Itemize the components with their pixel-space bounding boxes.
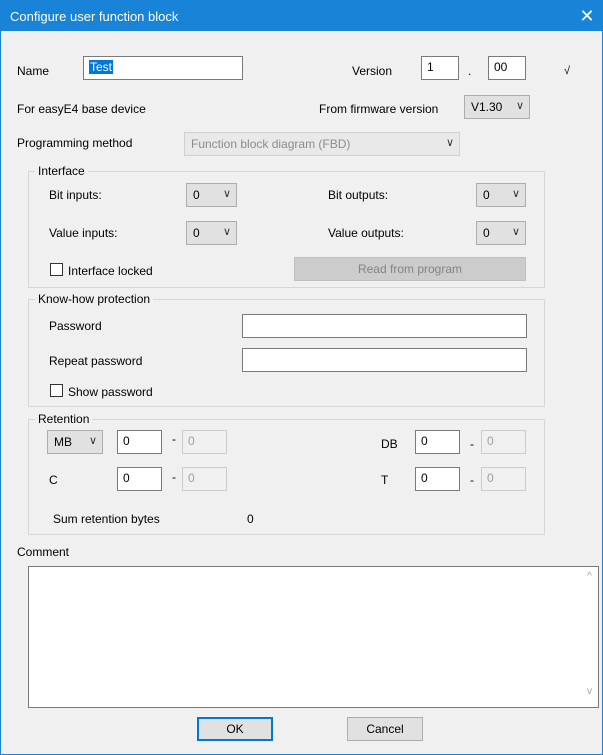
bit-inputs-select[interactable]: 0 ∨: [186, 183, 237, 207]
sum-retention-label: Sum retention bytes: [53, 512, 160, 526]
name-input[interactable]: Test: [83, 56, 243, 80]
comment-scrollbar[interactable]: ^ v: [581, 567, 598, 707]
bit-outputs-selected: 0: [483, 188, 490, 202]
c-dash: -: [172, 470, 176, 484]
close-icon[interactable]: ✕: [572, 1, 602, 31]
bit-outputs-label: Bit outputs:: [328, 188, 389, 202]
bit-inputs-label: Bit inputs:: [49, 188, 102, 202]
version-label: Version: [352, 64, 393, 78]
mb-to-input[interactable]: 0: [182, 430, 227, 454]
t-from-input[interactable]: 0: [415, 467, 460, 491]
interface-title: Interface: [35, 164, 88, 178]
retention-area-select[interactable]: MB ∨: [47, 430, 103, 454]
version-check-icon: √: [564, 65, 571, 77]
retention-area-selected: MB: [54, 435, 72, 449]
db-dash: -: [470, 437, 474, 451]
configure-fb-dialog: Configure user function block ✕ Name Tes…: [0, 0, 603, 755]
chevron-down-icon: ∨: [515, 100, 524, 112]
t-dash: -: [470, 473, 474, 487]
chevron-down-icon: ∨: [222, 188, 231, 200]
c-label: C: [49, 473, 58, 487]
ok-button[interactable]: OK: [197, 717, 273, 741]
bit-outputs-select[interactable]: 0 ∨: [476, 183, 526, 207]
interface-locked-label: Interface locked: [68, 264, 153, 278]
name-label: Name: [17, 64, 50, 78]
retention-title: Retention: [35, 412, 93, 426]
scroll-up-icon[interactable]: ^: [581, 571, 598, 588]
programming-select[interactable]: Function block diagram (FBD) ∨: [184, 132, 460, 156]
firmware-select[interactable]: V1.30 ∨: [464, 95, 530, 119]
repeat-password-field[interactable]: [242, 348, 527, 372]
password-field[interactable]: [242, 314, 527, 338]
t-label: T: [381, 473, 389, 487]
value-outputs-select[interactable]: 0 ∨: [476, 221, 526, 245]
base-device-label: For easyE4 base device: [17, 102, 146, 116]
interface-locked-checkbox[interactable]: [50, 263, 63, 276]
show-password-checkbox[interactable]: [50, 384, 63, 397]
chevron-down-icon: ∨: [445, 137, 454, 149]
version-major-input[interactable]: 1: [421, 56, 459, 80]
password-label: Password: [49, 319, 102, 333]
firmware-selected: V1.30: [471, 100, 503, 114]
c-to-input[interactable]: 0: [182, 467, 227, 491]
t-to-input[interactable]: 0: [481, 467, 526, 491]
read-from-program-button[interactable]: Read from program: [294, 257, 526, 281]
mb-dash: -: [172, 432, 176, 446]
bit-inputs-selected: 0: [193, 188, 200, 202]
chevron-down-icon: ∨: [511, 226, 520, 238]
db-label: DB: [381, 437, 398, 451]
sum-retention-value: 0: [247, 512, 254, 526]
comment-textarea[interactable]: ^ v: [28, 566, 599, 708]
value-inputs-label: Value inputs:: [49, 226, 118, 240]
chevron-down-icon: ∨: [511, 188, 520, 200]
chevron-down-icon: ∨: [88, 435, 97, 447]
firmware-label: From firmware version: [319, 102, 439, 116]
knowhow-title: Know-how protection: [35, 292, 154, 306]
c-from-input[interactable]: 0: [117, 467, 162, 491]
programming-label: Programming method: [17, 136, 133, 150]
version-minor-input[interactable]: 00: [488, 56, 526, 80]
value-outputs-label: Value outputs:: [328, 226, 404, 240]
comment-label: Comment: [17, 545, 70, 559]
scroll-down-icon[interactable]: v: [581, 686, 598, 703]
name-value: Test: [89, 60, 114, 74]
version-separator: .: [468, 64, 472, 78]
show-password-label: Show password: [68, 385, 153, 399]
db-to-input[interactable]: 0: [481, 430, 526, 454]
title-bar: Configure user function block ✕: [1, 1, 602, 31]
chevron-down-icon: ∨: [222, 226, 231, 238]
db-from-input[interactable]: 0: [415, 430, 460, 454]
value-outputs-selected: 0: [483, 226, 490, 240]
mb-from-input[interactable]: 0: [117, 430, 162, 454]
value-inputs-selected: 0: [193, 226, 200, 240]
cancel-button[interactable]: Cancel: [347, 717, 423, 741]
value-inputs-select[interactable]: 0 ∨: [186, 221, 237, 245]
window-title: Configure user function block: [10, 9, 179, 24]
repeat-password-label: Repeat password: [49, 354, 143, 368]
programming-selected: Function block diagram (FBD): [191, 137, 351, 151]
